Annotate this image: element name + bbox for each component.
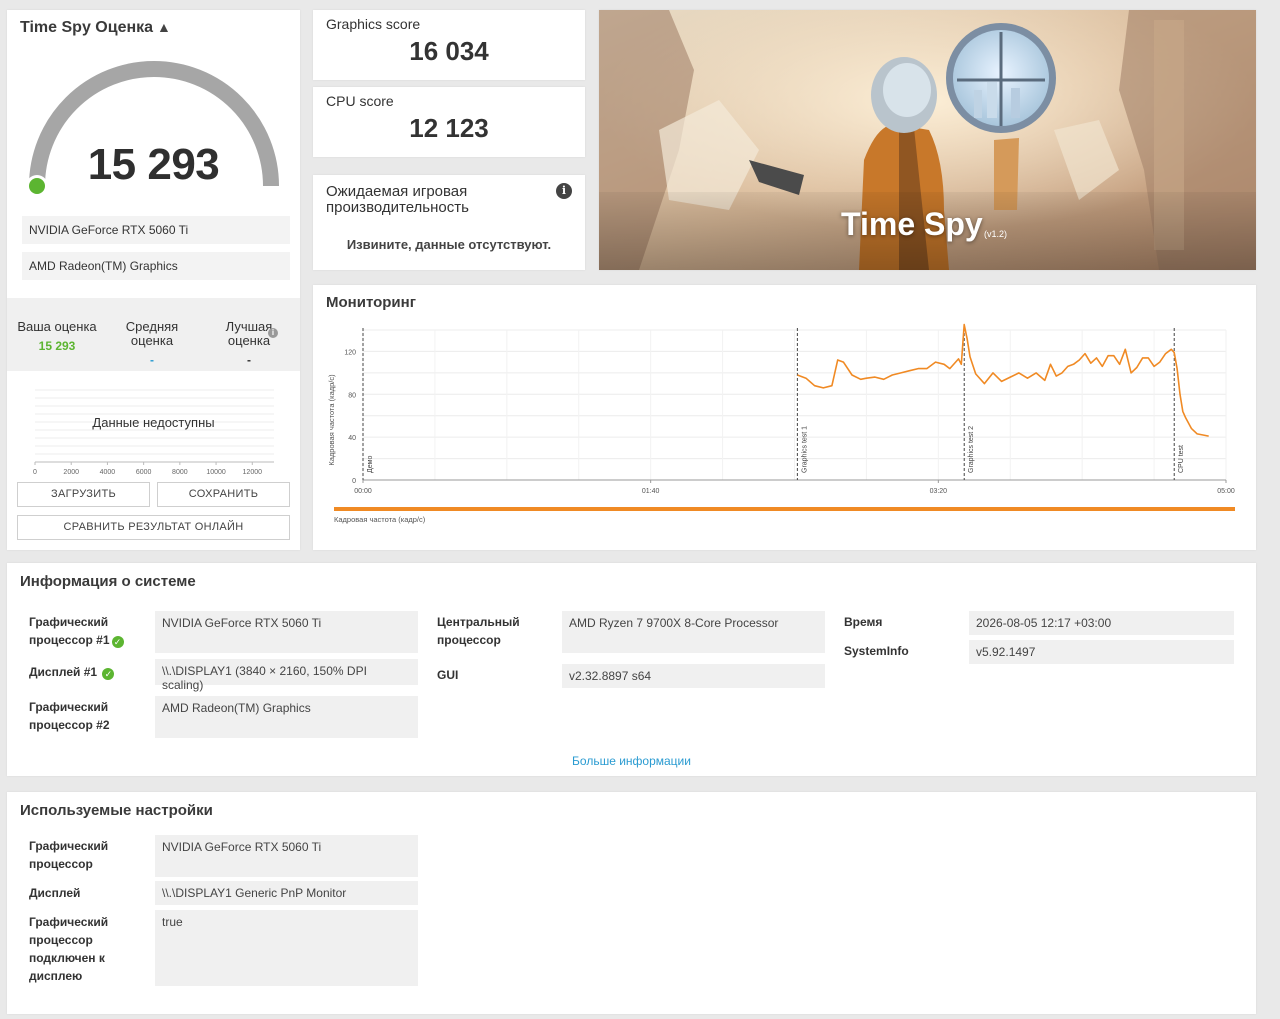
device-gpu1: NVIDIA GeForce RTX 5060 Ti: [22, 216, 290, 244]
settings-title: Используемые настройки: [20, 802, 213, 819]
dist-tick-label: 10000: [206, 469, 226, 475]
warning-icon[interactable]: ▲: [157, 19, 171, 35]
dist-tick-label: 4000: [100, 469, 116, 475]
your-score-label: Ваша оценка: [17, 319, 97, 334]
monitor-y-tick: 0: [352, 478, 356, 485]
expected-performance-message: Извините, данные отсутствуют.: [346, 237, 552, 252]
monitor-legend-label: Кадровая частота (кадр/с): [334, 515, 426, 524]
more-info-link[interactable]: Больше информации: [7, 754, 1256, 768]
graphics-score-label: Graphics score: [326, 16, 421, 32]
monitor-y-tick: 80: [348, 392, 356, 399]
save-button[interactable]: СОХРАНИТЬ: [157, 482, 290, 507]
systeminfo-label: SystemInfo: [844, 644, 909, 658]
gpu1-label-text: Графический процессор #1: [29, 615, 110, 647]
monitor-phase-label: CPU test: [1178, 445, 1185, 473]
cpu-score-card: CPU score 12 123: [313, 87, 585, 157]
load-button[interactable]: ЗАГРУЗИТЬ: [17, 482, 150, 507]
benchmark-hero-image: Time Spy (v1.2): [599, 10, 1256, 270]
hero-version: (v1.2): [984, 229, 1008, 239]
best-score-value: -: [247, 353, 251, 367]
graphics-score-value: 16 034: [409, 36, 489, 66]
cpu-score-value: 12 123: [409, 113, 489, 143]
time-value: 2026-08-05 12:17 +03:00: [969, 611, 1234, 635]
average-score: Средняя оценка -: [107, 319, 197, 368]
monitor-phase-label: Демо: [367, 456, 374, 473]
settings-gpu-label: Графический процессор: [29, 839, 109, 871]
hero-mirror-tower-1: [974, 90, 982, 118]
dist-tick-label: 6000: [136, 469, 152, 475]
gpu2-label: Графический процессор #2: [29, 700, 110, 732]
cpu-score-label: CPU score: [326, 93, 394, 109]
dist-tick-label: 2000: [63, 469, 79, 475]
time-label: Время: [844, 615, 883, 629]
hero-title: Time Spy: [841, 206, 983, 242]
system-info-title: Информация о системе: [20, 573, 196, 590]
monitor-x-tick: 00:00: [354, 488, 372, 495]
best-score-info-icon[interactable]: i: [268, 328, 278, 338]
best-score-label: Лучшая оценка: [225, 319, 273, 348]
settings-connected-value: true: [155, 910, 418, 986]
check-icon: ✓: [111, 636, 124, 648]
system-info-card: Информация о системе Графический процесс…: [7, 563, 1256, 776]
cpu-label: Центральный процессор: [437, 615, 520, 647]
monitor-phase-label: Graphics test 2: [968, 426, 975, 473]
no-data-message: Данные недоступны: [92, 415, 215, 430]
gpu2-value: AMD Radeon(TM) Graphics: [155, 696, 418, 738]
dist-tick-label: 0: [33, 469, 37, 475]
display1-value: \\.\DISPLAY1 (3840 × 2160, 150% DPI scal…: [155, 659, 418, 692]
gui-value: v2.32.8897 s64: [562, 664, 825, 688]
score-card: Time Spy Оценка ▲ 15 293 NVIDIA GeForce R…: [7, 10, 300, 550]
monitoring-chart: 0 40 80 120 00:00 01:40 03:20 05:00 Кадровая час…: [327, 323, 1235, 524]
your-score: Ваша оценка 15 293: [12, 319, 102, 354]
average-score-value: -: [150, 353, 154, 367]
display1-label-text: Дисплей #1: [29, 665, 98, 679]
monitor-phase-label: Graphics test 1: [801, 426, 808, 473]
best-score: Лучшая оценка -: [204, 319, 294, 368]
fps-series-line: [797, 323, 1209, 437]
score-title-text: Time Spy Оценка: [20, 19, 154, 36]
monitor-x-tick: 05:00: [1217, 488, 1235, 495]
monitor-legend-bar[interactable]: [334, 507, 1235, 511]
monitor-y-tick: 120: [344, 349, 356, 356]
settings-gpu-value: NVIDIA GeForce RTX 5060 Ti: [155, 835, 418, 877]
score-title: Time Spy Оценка ▲: [20, 19, 171, 37]
average-score-label: Средняя оценка: [125, 319, 179, 348]
main-score: 15 293: [87, 140, 220, 189]
display1-label: Дисплей #1 ✓: [29, 663, 139, 681]
settings-card: Используемые настройки Графический проце…: [7, 792, 1256, 1014]
monitor-y-tick: 40: [348, 435, 356, 442]
hero-mirror-tower-3: [1011, 88, 1020, 118]
compare-online-button[interactable]: СРАВНИТЬ РЕЗУЛЬТАТ ОНЛАЙН: [17, 515, 290, 540]
monitor-x-tick: 03:20: [930, 488, 948, 495]
settings-display-value: \\.\DISPLAY1 Generic PnP Monitor: [155, 881, 418, 905]
settings-display-label: Дисплей: [29, 886, 81, 900]
gpu1-value: NVIDIA GeForce RTX 5060 Ti: [155, 611, 418, 653]
hero-visor: [883, 63, 931, 117]
cpu-value: AMD Ryzen 7 9700X 8-Core Processor: [562, 611, 825, 653]
score-comparison: Ваша оценка 15 293 Средняя оценка - Лучш…: [7, 298, 300, 371]
monitor-x-tick: 01:40: [642, 488, 660, 495]
check-icon: ✓: [102, 668, 115, 680]
graphics-score-card: Graphics score 16 034: [313, 10, 585, 80]
gpu1-label: Графический процессор #1 ✓: [29, 613, 139, 649]
systeminfo-value: v5.92.1497: [969, 640, 1234, 664]
monitor-y-label: Кадровая частота (кадр/с): [327, 374, 336, 466]
your-score-value: 15 293: [38, 339, 76, 353]
dist-tick-label: 8000: [172, 469, 188, 475]
settings-connected-label: Графический процессор подключен к диспле…: [29, 915, 109, 983]
device-gpu2: AMD Radeon(TM) Graphics: [22, 252, 290, 280]
expected-performance-card: Ожидаемая игровая производительность i И…: [313, 175, 585, 270]
dist-tick-label: 12000: [243, 469, 263, 475]
hero-mirror-tower-2: [987, 82, 997, 118]
gui-label: GUI: [437, 668, 459, 682]
expected-performance-title: Ожидаемая игровая производительность: [326, 183, 469, 216]
monitoring-card: Мониторинг 0 40 80 120 00:00 01:40 03:20 05:00 К…: [313, 285, 1256, 550]
info-icon[interactable]: i: [556, 183, 572, 199]
